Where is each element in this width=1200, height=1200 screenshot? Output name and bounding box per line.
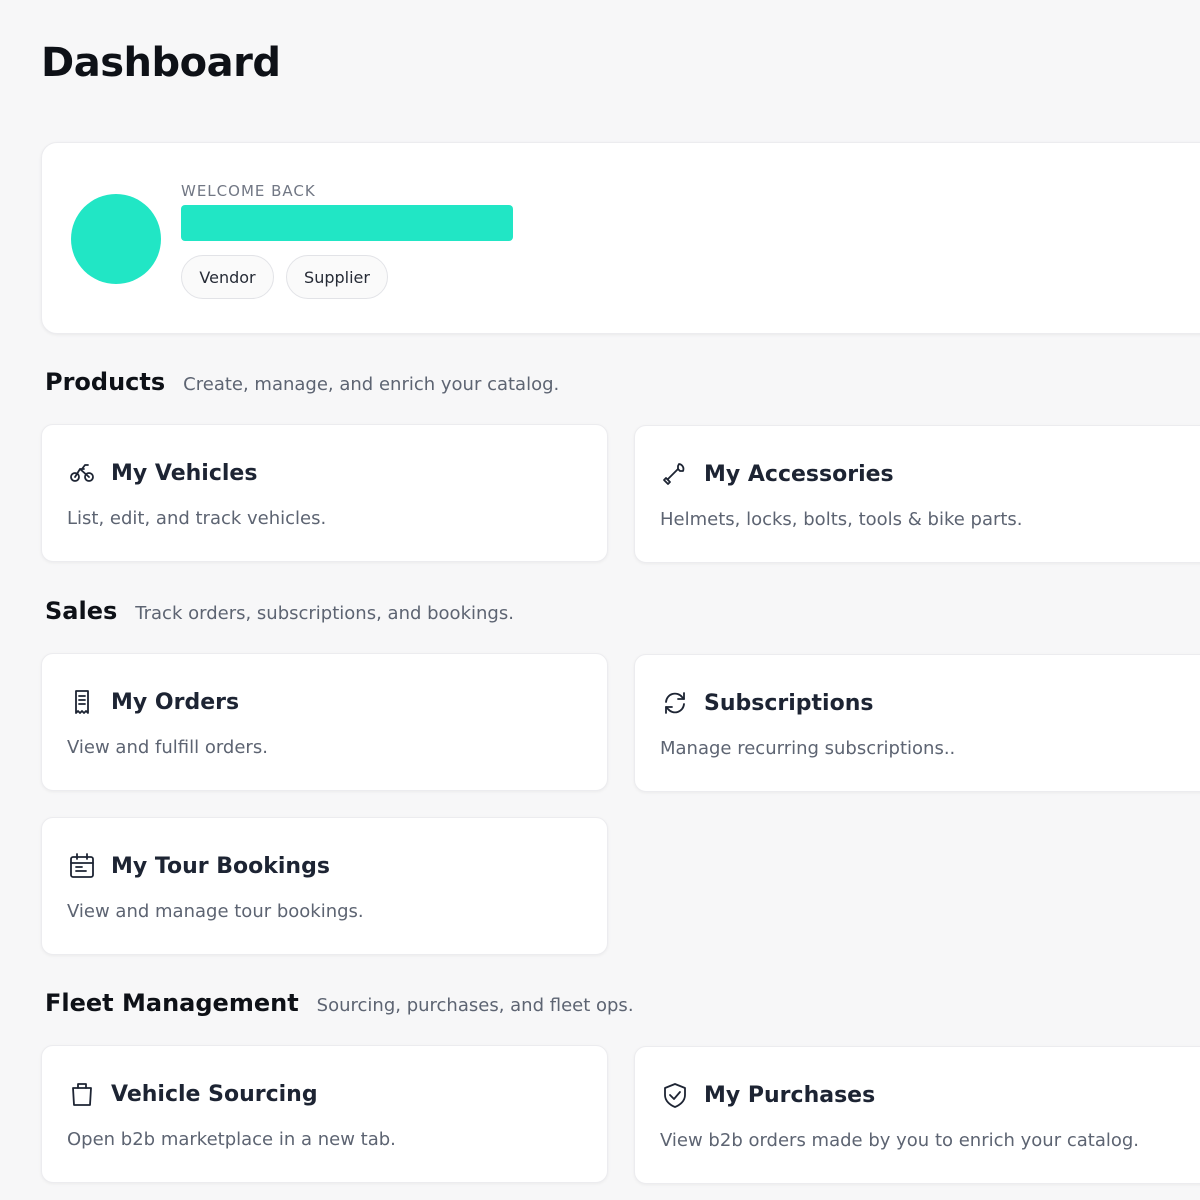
card-my-accessories[interactable]: My Accessories Helmets, locks, bolts, to… <box>634 425 1200 563</box>
calendar-icon <box>67 851 97 881</box>
card-vehicle-sourcing[interactable]: Vehicle Sourcing Open b2b marketplace in… <box>41 1045 608 1183</box>
user-name-redacted <box>181 205 513 241</box>
card-my-vehicles[interactable]: My Vehicles List, edit, and track vehicl… <box>41 424 608 562</box>
welcome-label: WELCOME BACK <box>181 182 316 200</box>
card-description: Helmets, locks, bolts, tools & bike part… <box>660 509 1023 530</box>
section-header-sales: Sales Track orders, subscriptions, and b… <box>45 597 514 625</box>
section-description: Sourcing, purchases, and fleet ops. <box>316 995 634 1016</box>
card-description: Manage recurring subscriptions.. <box>660 738 956 759</box>
card-subscriptions[interactable]: Subscriptions Manage recurring subscript… <box>634 654 1200 792</box>
section-header-fleet-management: Fleet Management Sourcing, purchases, an… <box>45 989 634 1017</box>
card-my-purchases[interactable]: My Purchases View b2b orders made by you… <box>634 1046 1200 1184</box>
shopping-bag-icon <box>67 1079 97 1109</box>
card-title: My Purchases <box>704 1082 876 1108</box>
card-description: List, edit, and track vehicles. <box>67 508 327 529</box>
section-description: Track orders, subscriptions, and booking… <box>135 603 514 624</box>
shield-check-icon <box>660 1080 690 1110</box>
card-description: View and fulfill orders. <box>67 737 268 758</box>
card-description: View and manage tour bookings. <box>67 901 364 922</box>
card-my-orders[interactable]: My Orders View and fulfill orders. <box>41 653 608 791</box>
bike-icon <box>67 458 97 488</box>
card-title: Subscriptions <box>704 690 874 716</box>
card-description: Open b2b marketplace in a new tab. <box>67 1129 396 1150</box>
section-title: Sales <box>45 597 118 625</box>
card-title: Vehicle Sourcing <box>111 1081 318 1107</box>
role-chip-supplier[interactable]: Supplier <box>286 255 388 299</box>
section-header-products: Products Create, manage, and enrich your… <box>45 368 559 396</box>
page-title: Dashboard <box>41 40 281 86</box>
wrench-icon <box>660 459 690 489</box>
card-description: View b2b orders made by you to enrich yo… <box>660 1130 1140 1151</box>
card-title: My Accessories <box>704 461 894 487</box>
avatar[interactable] <box>71 194 161 284</box>
role-chip-vendor[interactable]: Vendor <box>181 255 274 299</box>
card-title: My Vehicles <box>111 460 258 486</box>
section-title: Fleet Management <box>45 989 299 1017</box>
card-title: My Orders <box>111 689 240 715</box>
refresh-icon <box>660 688 690 718</box>
section-title: Products <box>45 368 166 396</box>
card-my-tour-bookings[interactable]: My Tour Bookings View and manage tour bo… <box>41 817 608 955</box>
welcome-card: WELCOME BACK Vendor Supplier <box>41 142 1200 334</box>
receipt-icon <box>67 687 97 717</box>
card-title: My Tour Bookings <box>111 853 330 879</box>
section-description: Create, manage, and enrich your catalog. <box>183 374 560 395</box>
